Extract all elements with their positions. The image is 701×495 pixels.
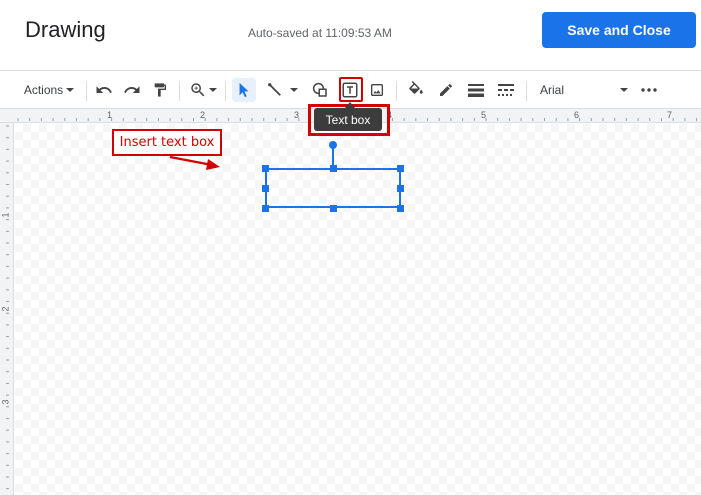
divider: [225, 81, 226, 101]
ruler-number: 3: [0, 399, 11, 405]
line-icon[interactable]: [262, 71, 302, 109]
ruler-number: 2: [200, 110, 206, 120]
save-and-close-button[interactable]: Save and Close: [542, 12, 696, 48]
drawing-dialog: Drawing Auto-saved at 11:09:53 AM Save a…: [0, 0, 701, 495]
ruler-number: 6: [574, 110, 580, 120]
actions-label: Actions: [23, 83, 64, 97]
annotation-arrow-icon: [169, 155, 220, 170]
ruler-number: 7: [667, 110, 673, 120]
autosave-status: Auto-saved at 11:09:53 AM: [248, 26, 392, 40]
chevron-down-icon: [66, 88, 75, 92]
rotate-handle[interactable]: [329, 141, 337, 149]
zoom-icon[interactable]: [186, 71, 220, 109]
fill-color-icon[interactable]: [404, 71, 428, 109]
resize-handle[interactable]: [397, 185, 404, 192]
annotation-label: Insert text box: [112, 129, 222, 156]
resize-handle[interactable]: [262, 205, 269, 212]
more-icon[interactable]: [638, 71, 660, 109]
tooltip: Text box: [314, 108, 382, 131]
border-dash-icon[interactable]: [494, 71, 518, 109]
border-weight-icon[interactable]: [464, 71, 488, 109]
undo-icon[interactable]: [93, 71, 115, 109]
ruler-number: 2: [0, 306, 11, 312]
vertical-ruler: 1 2 3: [0, 123, 14, 495]
paint-format-icon[interactable]: [149, 71, 171, 109]
text-box[interactable]: [265, 168, 401, 208]
ruler-number: 5: [481, 110, 487, 120]
resize-handle[interactable]: [330, 165, 337, 172]
resize-handle[interactable]: [262, 185, 269, 192]
font-select[interactable]: Arial: [534, 71, 634, 109]
text-box-highlight: [339, 77, 363, 102]
chevron-down-icon: [620, 88, 628, 92]
divider: [526, 81, 527, 101]
redo-icon[interactable]: [121, 71, 143, 109]
resize-handle[interactable]: [397, 165, 404, 172]
chevron-down-icon: [209, 88, 217, 92]
page-title: Drawing: [25, 17, 106, 42]
divider: [396, 81, 397, 101]
ruler-number: 1: [0, 212, 11, 218]
divider: [179, 81, 180, 101]
chevron-down-icon: [290, 88, 298, 92]
resize-handle[interactable]: [330, 205, 337, 212]
header: Drawing Auto-saved at 11:09:53 AM Save a…: [0, 0, 701, 70]
font-name: Arial: [540, 83, 565, 97]
border-color-icon[interactable]: [434, 71, 458, 109]
select-icon[interactable]: [232, 78, 256, 102]
resize-handle[interactable]: [262, 165, 269, 172]
ruler-number: 3: [294, 110, 300, 120]
ruler-number: 1: [107, 110, 113, 120]
actions-menu[interactable]: Actions: [18, 71, 80, 109]
resize-handle[interactable]: [397, 205, 404, 212]
divider: [86, 81, 87, 101]
